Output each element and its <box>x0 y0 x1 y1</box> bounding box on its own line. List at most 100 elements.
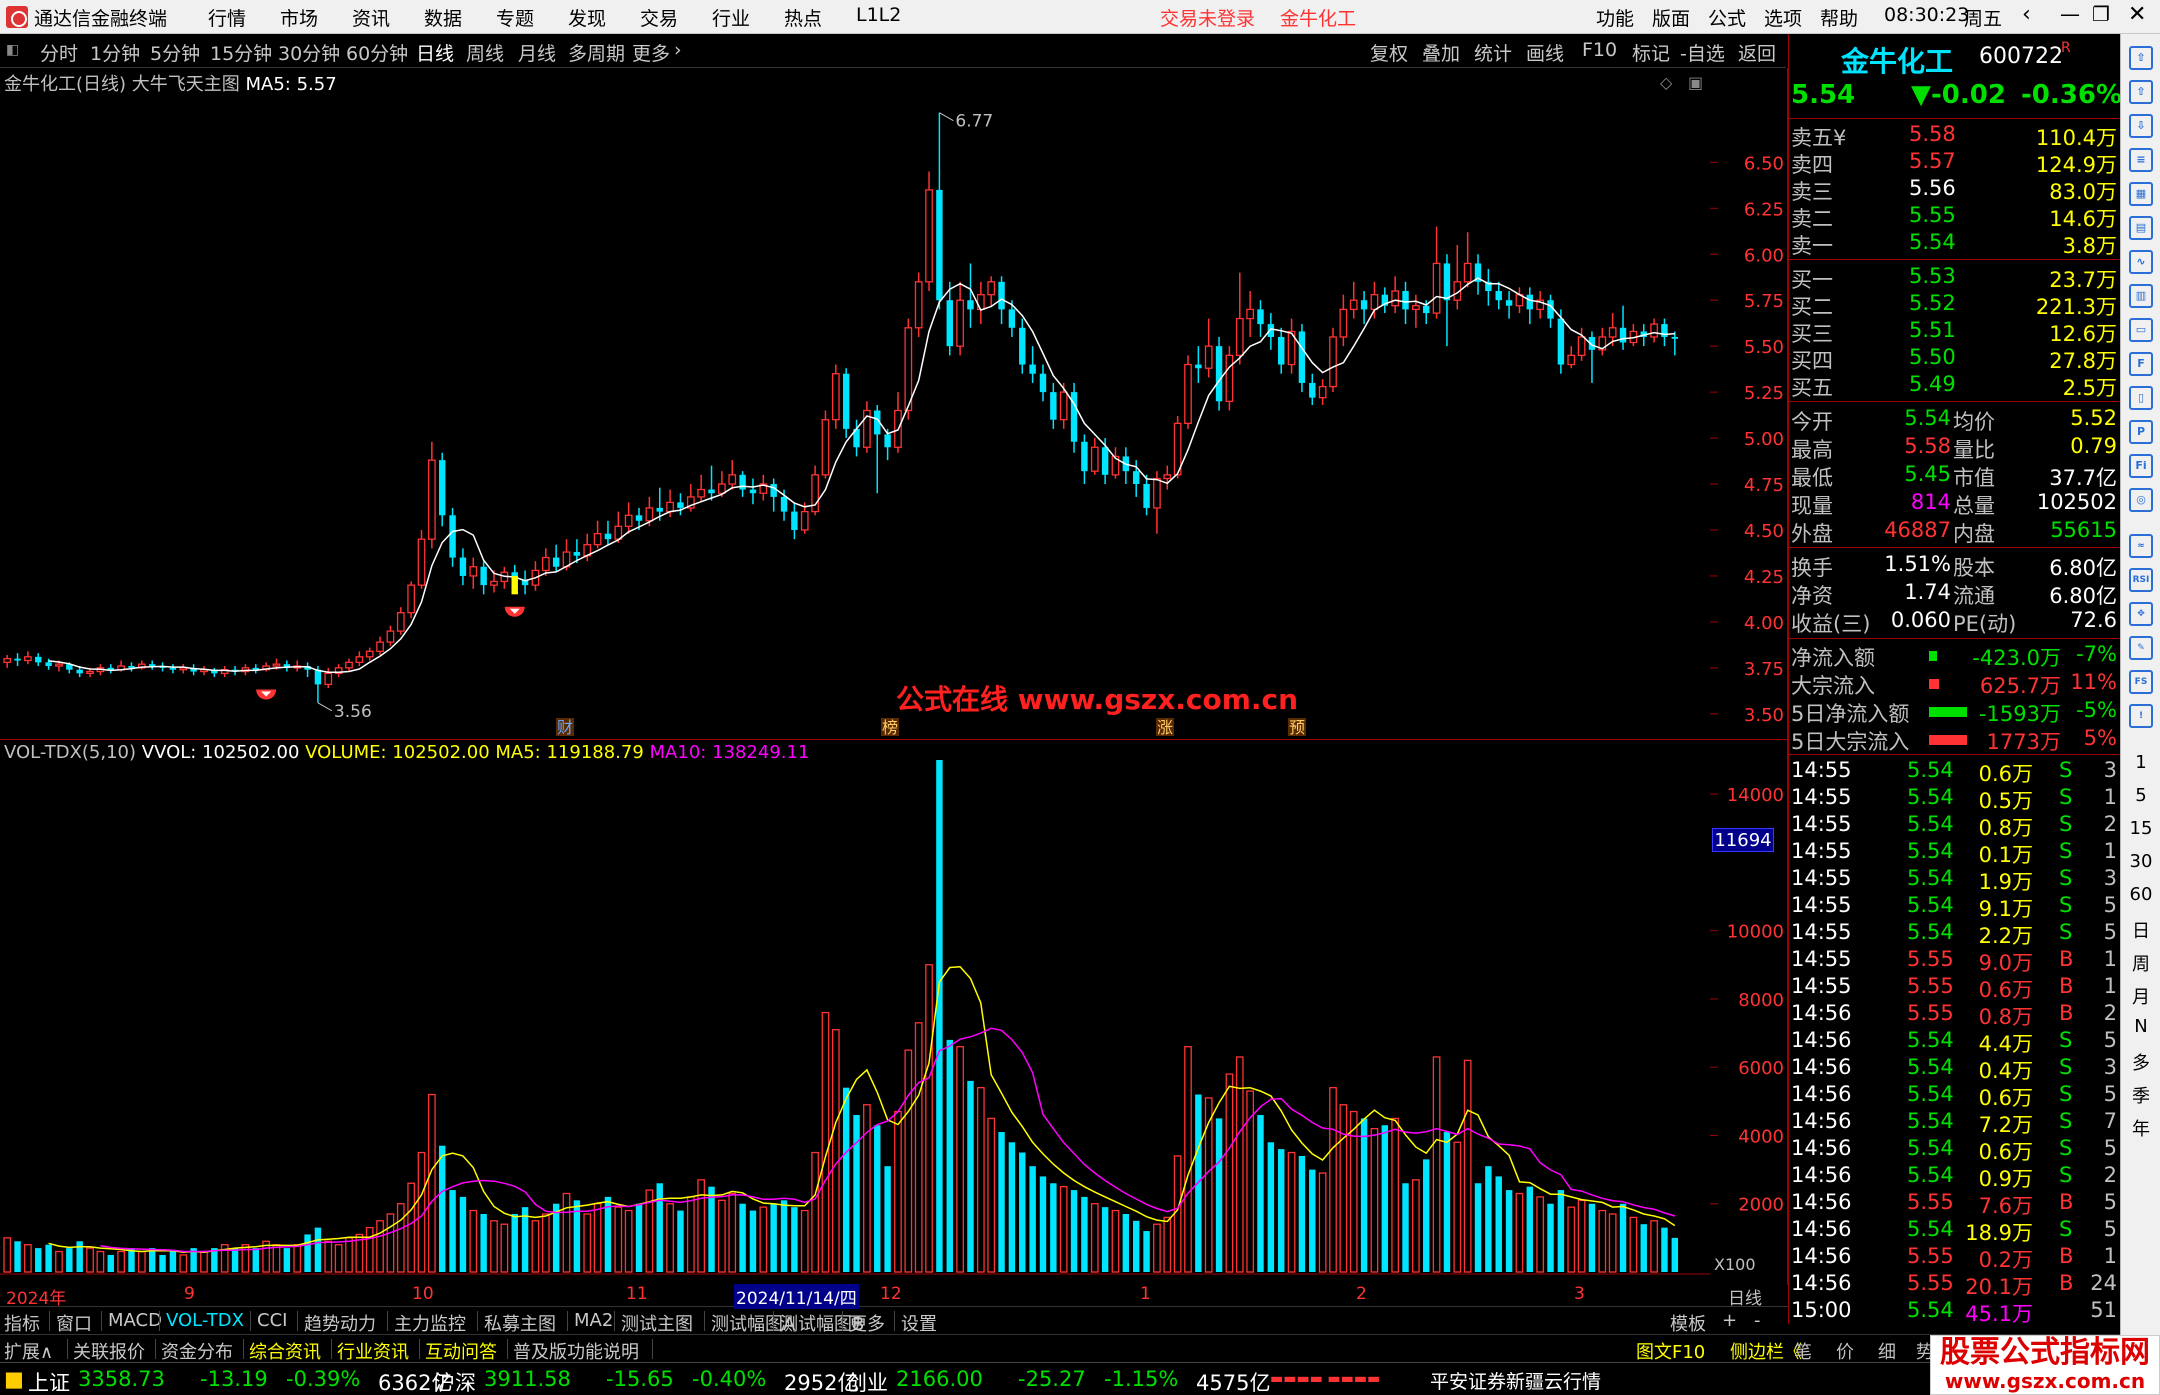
stat-row[interactable]: 净资 1.74 流通 6.80亿 <box>1789 580 2121 608</box>
tick-row[interactable]: 14:56 5.54 7.2万 S 7 <box>1789 1109 2121 1137</box>
down-outline-icon[interactable]: ⇩ <box>2129 114 2153 138</box>
ask-row[interactable]: 卖五¥ 5.58 110.4万 <box>1789 122 2121 150</box>
ask-row[interactable]: 卖二 5.55 14.6万 <box>1789 203 2121 231</box>
list-icon[interactable]: ≡ <box>2129 148 2153 172</box>
menu-topics[interactable]: 专题 <box>496 4 534 31</box>
indicator-tab[interactable]: 主力监控 <box>394 1310 466 1336</box>
index-name[interactable]: 沪深 <box>434 1367 476 1395</box>
index-change[interactable]: -25.27 <box>1018 1367 1086 1391</box>
event-marker-label[interactable]: 财 <box>557 718 573 737</box>
tick-row[interactable]: 14:56 5.55 0.2万 B 1 <box>1789 1244 2121 1272</box>
menu-market[interactable]: 市场 <box>280 4 318 31</box>
tool-draw[interactable]: 画线 <box>1526 39 1564 66</box>
period-shortcut[interactable]: 1 <box>2121 752 2160 773</box>
indicator-tab[interactable]: 趋势动力 <box>304 1310 376 1336</box>
tick-row[interactable]: 14:55 5.54 9.1万 S 5 <box>1789 893 2121 921</box>
tick-row[interactable]: 14:56 5.54 0.9万 S 2 <box>1789 1163 2121 1191</box>
stat-row[interactable]: 最高 5.58 量比 0.79 <box>1789 434 2121 462</box>
side-tab[interactable]: 细 <box>1878 1338 1896 1364</box>
info-tab[interactable]: 扩展∧ <box>4 1338 53 1364</box>
template-tab[interactable]: 模板 <box>1670 1310 1706 1336</box>
up-arrow-icon[interactable]: ⇧ <box>2129 46 2153 70</box>
tick-row[interactable]: 14:55 5.54 0.6万 S 3 <box>1789 758 2121 786</box>
index-value[interactable]: 3358.73 <box>78 1367 165 1391</box>
menu-function[interactable]: 功能 <box>1596 4 1634 31</box>
tick-row[interactable]: 14:55 5.54 0.5万 S 1 <box>1789 785 2121 813</box>
ask-row[interactable]: 卖四 5.57 124.9万 <box>1789 149 2121 177</box>
menu-industry[interactable]: 行业 <box>712 4 750 31</box>
bid-row[interactable]: 买三 5.51 12.6万 <box>1789 318 2121 346</box>
bid-row[interactable]: 买二 5.52 221.3万 <box>1789 291 2121 319</box>
index-pct[interactable]: -0.39% <box>286 1367 360 1391</box>
alert-icon[interactable]: ! <box>2129 704 2153 728</box>
index-amount[interactable]: 4575亿 <box>1196 1367 1270 1395</box>
indicator-tab[interactable]: MA2 <box>574 1310 613 1331</box>
collapse-icon[interactable]: ◧ <box>6 42 19 58</box>
period-more[interactable]: 更多 <box>632 39 670 66</box>
crosshair-icon[interactable]: ✥ <box>2129 602 2153 626</box>
index-value[interactable]: 2166.00 <box>896 1367 983 1391</box>
pdf-icon[interactable]: P <box>2129 420 2153 444</box>
candle-icon[interactable]: ▥ <box>2129 284 2153 308</box>
period-shortcut[interactable]: 60 <box>2121 884 2160 905</box>
menu-help[interactable]: 帮助 <box>1820 4 1858 31</box>
period-shortcut[interactable]: 季 <box>2121 1082 2160 1108</box>
event-marker-label[interactable]: 榜 <box>882 718 898 737</box>
flow-row[interactable]: 大宗流入 625.7万 11% <box>1789 670 2121 698</box>
period-shortcut[interactable]: 5 <box>2121 785 2160 806</box>
diamond-icon[interactable]: ◇ <box>1660 73 1673 92</box>
tick-row[interactable]: 14:56 5.54 0.6万 S 5 <box>1789 1082 2121 1110</box>
stat-row[interactable]: 收益(三) 0.060 PE(动) 72.6 <box>1789 608 2121 636</box>
flow-row[interactable]: 5日净流入额 -1593万 -5% <box>1789 698 2121 726</box>
tick-row[interactable]: 14:55 5.54 2.2万 S 5 <box>1789 920 2121 948</box>
tool-back[interactable]: 返回 <box>1738 39 1776 66</box>
market-icon[interactable]: ■ <box>4 1367 24 1391</box>
period-daily[interactable]: 日线 <box>416 39 454 66</box>
menu-layout[interactable]: 版面 <box>1652 4 1690 31</box>
volume-chart[interactable]: VOL-TDX(5,10) VVOL: 102502.00 VOLUME: 10… <box>0 740 1788 1285</box>
up-outline-icon[interactable]: ⇧ <box>2129 80 2153 104</box>
period-weekly[interactable]: 周线 <box>466 39 504 66</box>
period-shortcut[interactable]: 年 <box>2121 1115 2160 1141</box>
side-tab[interactable]: 价 <box>1836 1338 1854 1364</box>
menu-news[interactable]: 资讯 <box>352 4 390 31</box>
period-shortcut[interactable]: 15 <box>2121 818 2160 839</box>
info-tab[interactable]: 关联报价 <box>73 1338 145 1364</box>
news-icon[interactable]: ▭ <box>2129 318 2153 342</box>
period-shortcut[interactable]: 日 <box>2121 917 2160 943</box>
stat-row[interactable]: 最低 5.45 市值 37.7亿 <box>1789 462 2121 490</box>
menu-hot[interactable]: 热点 <box>784 4 822 31</box>
flow-row[interactable]: 净流入额 -423.0万 -7% <box>1789 642 2121 670</box>
period-60min[interactable]: 60分钟 <box>346 39 408 66</box>
kline-chart[interactable]: 金牛化工(日线) 大牛飞天主图 MA5: 5.57 6.50 6.25 6.00 5.… <box>0 68 1788 738</box>
event-marker-label[interactable]: 涨 <box>1157 718 1173 737</box>
side-tab[interactable]: 笔 <box>1794 1338 1812 1364</box>
bid-row[interactable]: 买一 5.53 23.7万 <box>1789 264 2121 292</box>
tick-row[interactable]: 14:56 5.55 20.1万 B 24 <box>1789 1271 2121 1299</box>
stat-row[interactable]: 外盘 46887 内盘 55615 <box>1789 518 2121 546</box>
menu-formula[interactable]: 公式 <box>1708 4 1746 31</box>
ask-row[interactable]: 卖三 5.56 83.0万 <box>1789 176 2121 204</box>
period-1min[interactable]: 1分钟 <box>90 39 140 66</box>
template-tab[interactable]: - <box>1754 1310 1761 1331</box>
close-icon[interactable]: ✕ <box>2128 2 2146 27</box>
indicator-tab[interactable]: 测试主图 <box>621 1310 693 1336</box>
tick-row[interactable]: 14:56 5.54 18.9万 S 5 <box>1789 1217 2121 1245</box>
bid-row[interactable]: 买四 5.50 27.8万 <box>1789 345 2121 373</box>
restore-icon[interactable]: ❐ <box>2092 2 2110 26</box>
info-tab[interactable]: 资金分布 <box>161 1338 233 1364</box>
minimize-icon[interactable]: — <box>2060 2 2080 26</box>
tick-row[interactable]: 14:55 5.54 0.8万 S 2 <box>1789 812 2121 840</box>
stat-row[interactable]: 今开 5.54 均价 5.52 <box>1789 406 2121 434</box>
index-change[interactable]: -15.65 <box>606 1367 674 1391</box>
doc-icon[interactable]: ▯ <box>2129 386 2153 410</box>
tick-row[interactable]: 14:55 5.55 0.6万 B 1 <box>1789 974 2121 1002</box>
template-tab[interactable]: + <box>1722 1310 1737 1331</box>
stat-row[interactable]: 换手 1.51% 股本 6.80亿 <box>1789 552 2121 580</box>
tick-row[interactable]: 14:55 5.54 1.9万 S 3 <box>1789 866 2121 894</box>
pen-icon[interactable]: ✎ <box>2129 636 2153 660</box>
indicator-tab[interactable]: VOL-TDX <box>166 1310 244 1331</box>
menu-trade[interactable]: 交易 <box>640 4 678 31</box>
broker-name[interactable]: 平安证券新疆云行情 <box>1430 1367 1601 1394</box>
tool-mark[interactable]: 标记 <box>1632 39 1670 66</box>
